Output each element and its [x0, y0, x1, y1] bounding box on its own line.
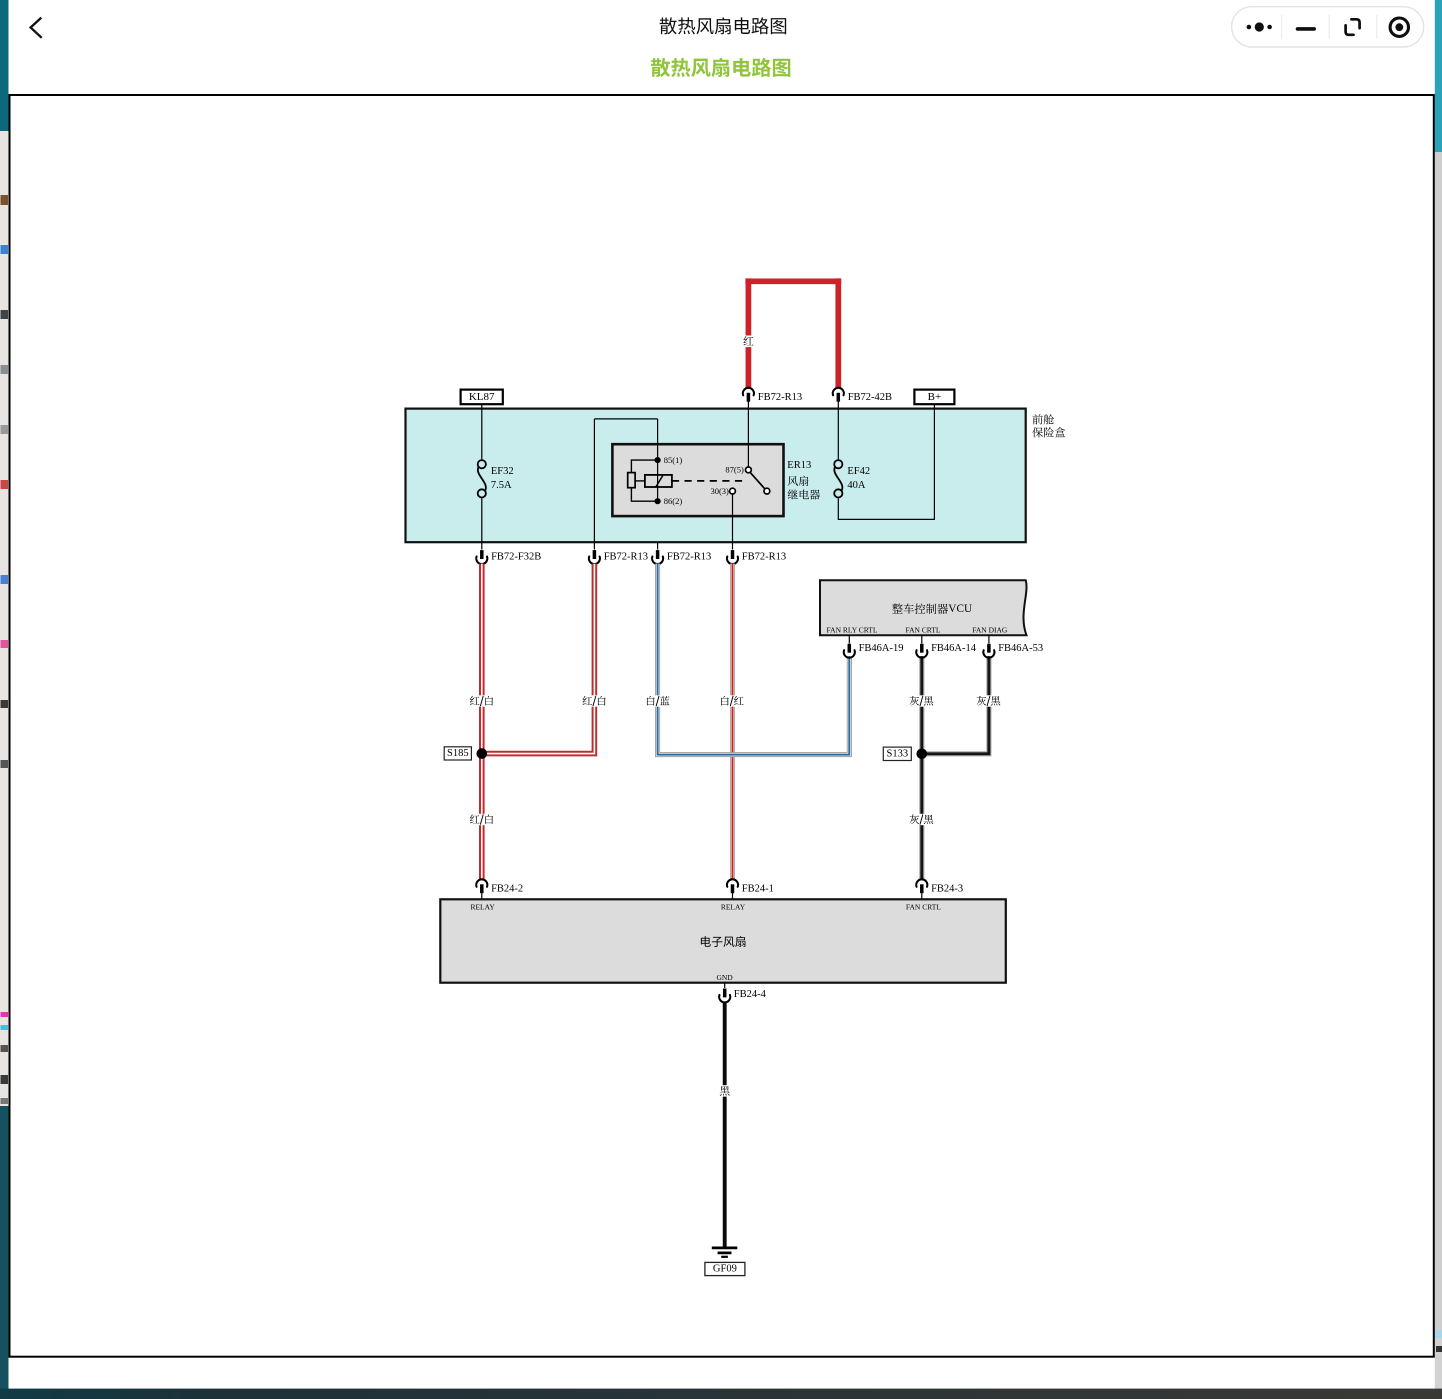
svg-text:FB24-3: FB24-3	[931, 883, 963, 894]
svg-text:FB46A-53: FB46A-53	[998, 643, 1043, 654]
svg-text:FB72-R13: FB72-R13	[604, 552, 648, 563]
svg-text:RELAY: RELAY	[721, 902, 746, 911]
svg-text:VCU: VCU	[948, 603, 972, 615]
svg-text:RELAY: RELAY	[470, 902, 495, 911]
svg-text:GND: GND	[716, 973, 733, 982]
svg-text:KL87: KL87	[469, 391, 495, 403]
svg-text:FB46A-19: FB46A-19	[859, 643, 904, 654]
svg-text:S185: S185	[447, 748, 469, 759]
svg-text:40A: 40A	[847, 480, 866, 491]
svg-text:EF42: EF42	[847, 466, 870, 477]
svg-text:FB72-42B: FB72-42B	[848, 392, 892, 403]
svg-text:FB72-F32B: FB72-F32B	[491, 552, 541, 563]
svg-text:ER13: ER13	[787, 460, 811, 471]
svg-text:FB72-R13: FB72-R13	[758, 392, 802, 403]
svg-text:FB24-2: FB24-2	[491, 883, 523, 894]
svg-text:FB46A-14: FB46A-14	[931, 643, 977, 654]
svg-text:30(3): 30(3)	[710, 486, 729, 496]
svg-text:85(1): 85(1)	[664, 455, 683, 465]
svg-text:B+: B+	[928, 391, 942, 403]
svg-text:S133: S133	[887, 749, 909, 760]
svg-text:FB72-R13: FB72-R13	[742, 552, 786, 563]
svg-text:7.5A: 7.5A	[491, 480, 512, 491]
svg-text:FAN CRTL: FAN CRTL	[905, 625, 940, 634]
svg-text:FB24-4: FB24-4	[734, 989, 767, 1000]
svg-text:FB72-R13: FB72-R13	[667, 552, 711, 563]
svg-text:FB24-1: FB24-1	[742, 883, 774, 894]
svg-text:86(2): 86(2)	[664, 496, 683, 506]
svg-text:87(5): 87(5)	[725, 465, 744, 475]
svg-text:GF09: GF09	[713, 1264, 737, 1275]
svg-text:FAN CRTL: FAN CRTL	[906, 902, 941, 911]
svg-text:FAN DIAG: FAN DIAG	[972, 625, 1008, 634]
svg-text:EF32: EF32	[491, 466, 514, 477]
svg-text:FAN RLY CRTL: FAN RLY CRTL	[827, 625, 878, 634]
